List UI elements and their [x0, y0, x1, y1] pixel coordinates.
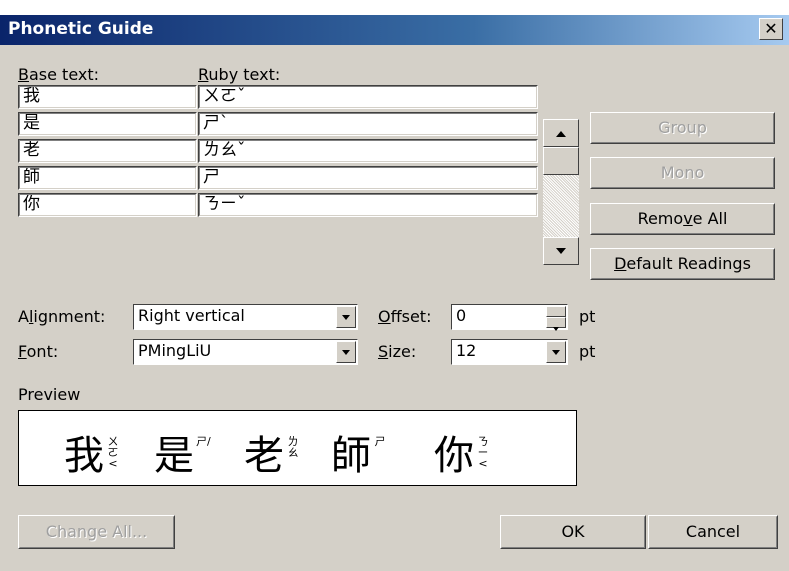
- window-title: Phonetic Guide: [8, 19, 154, 39]
- preview-ruby-text: ㄕ/: [196, 435, 211, 448]
- preview-base-char: 你: [434, 433, 474, 479]
- preview-base-char: 師: [331, 433, 371, 479]
- preview-label: Preview: [18, 385, 81, 404]
- preview-base-char: 我: [64, 433, 104, 479]
- title-bar[interactable]: Phonetic Guide ✕: [0, 15, 789, 45]
- ruby-text-cell[interactable]: ㄌㄠˇ: [198, 139, 538, 163]
- alignment-value: Right vertical: [138, 306, 245, 325]
- base-text-label: Base text:: [18, 65, 100, 84]
- preview-ruby-text: ㄌㄠ: [287, 435, 299, 459]
- arrow-down-icon: [556, 248, 566, 254]
- preview-base-char: 老: [244, 433, 284, 479]
- chevron-down-icon: [552, 350, 560, 355]
- scroll-thumb[interactable]: [543, 147, 579, 175]
- preview-ruby-text: ㄕ: [374, 435, 386, 448]
- arrow-down-icon: [553, 327, 559, 331]
- arrow-up-icon: [556, 131, 566, 137]
- close-button[interactable]: ✕: [759, 18, 783, 40]
- base-text-cell[interactable]: 我: [18, 85, 197, 109]
- preview-ruby-text: ㄨㄛ<: [107, 435, 119, 470]
- close-icon: ✕: [764, 19, 778, 38]
- font-value: PMingLiU: [138, 341, 212, 360]
- base-text-cell[interactable]: 你: [18, 193, 197, 217]
- preview-ruby-text: ㄋㄧ<: [477, 435, 489, 470]
- offset-spinner[interactable]: 0: [451, 304, 568, 331]
- alignment-dropdown-button[interactable]: [336, 306, 356, 328]
- offset-decrease-button[interactable]: [546, 317, 566, 331]
- base-text-cell[interactable]: 是: [18, 112, 197, 136]
- default-readings-button[interactable]: Default Readings: [590, 248, 775, 280]
- size-select[interactable]: 12: [451, 339, 568, 365]
- font-select[interactable]: PMingLiU: [133, 339, 358, 365]
- ruby-text-cell[interactable]: ㄕ: [198, 166, 538, 190]
- scroll-down-button[interactable]: [543, 237, 579, 265]
- phonetic-guide-dialog: Phonetic Guide ✕ Base text: Ruby text: 我…: [0, 14, 789, 571]
- font-label: Font:: [18, 342, 59, 361]
- remove-all-button[interactable]: Remove All: [590, 203, 775, 235]
- size-dropdown-button[interactable]: [546, 341, 566, 363]
- size-label: Size:: [378, 342, 417, 361]
- chevron-down-icon: [342, 315, 350, 320]
- alignment-label: Alignment:: [18, 307, 106, 326]
- base-text-cell[interactable]: 師: [18, 166, 197, 190]
- mono-button[interactable]: Mono: [590, 157, 775, 189]
- ruby-text-cell[interactable]: ㄕˋ: [198, 112, 538, 136]
- preview-box: 我ㄨㄛ< 是ㄕ/老ㄌㄠ 師ㄕ 你ㄋㄧ<: [18, 410, 577, 486]
- change-all-button[interactable]: Change All...: [18, 515, 175, 549]
- base-text-cell[interactable]: 老: [18, 139, 197, 163]
- scroll-up-button[interactable]: [543, 119, 579, 147]
- preview-base-char: 是: [154, 433, 194, 479]
- ok-button[interactable]: OK: [500, 515, 646, 549]
- ruby-text-cell[interactable]: ㄨㄛˇ: [198, 85, 538, 109]
- offset-value: 0: [456, 306, 467, 325]
- size-value: 12: [456, 341, 477, 360]
- ruby-text-label: Ruby text:: [198, 65, 281, 84]
- chevron-down-icon: [342, 350, 350, 355]
- ruby-text-cell[interactable]: ㄋㄧˇ: [198, 193, 538, 217]
- alignment-select[interactable]: Right vertical: [133, 304, 358, 330]
- cancel-button[interactable]: Cancel: [648, 515, 778, 549]
- size-unit-label: pt: [579, 342, 596, 361]
- group-button[interactable]: Group: [590, 112, 775, 144]
- font-dropdown-button[interactable]: [336, 341, 356, 363]
- offset-increase-button[interactable]: [546, 306, 566, 321]
- offset-label: Offset:: [378, 307, 432, 326]
- offset-unit-label: pt: [579, 307, 596, 326]
- ruby-list-scrollbar[interactable]: [543, 119, 579, 265]
